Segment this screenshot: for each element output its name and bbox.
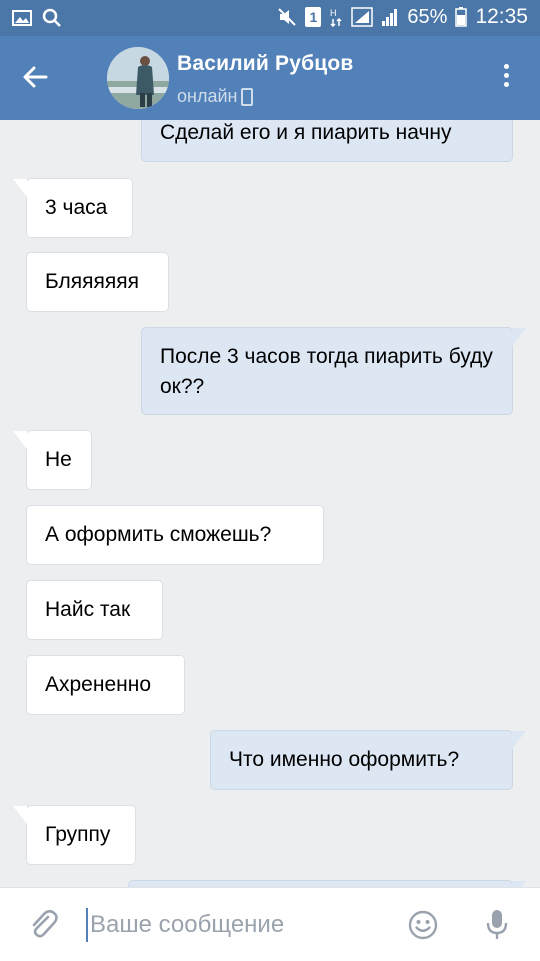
status-bar: 1 H 65% 12:35 [0, 0, 540, 36]
message-text: После 3 часов тогда пиарить буду ок?? [160, 345, 493, 398]
message-text: Сделай его и я пиарить начну [160, 121, 452, 144]
mute-icon [278, 8, 297, 26]
signal-icon [351, 7, 374, 27]
attach-icon[interactable] [28, 908, 58, 942]
message-bubble-incoming[interactable]: Не [13, 430, 92, 490]
message-bubble-incoming[interactable]: Группу [13, 805, 136, 865]
status-bar-right: 1 H 65% 12:35 [277, 5, 528, 29]
message-composer [0, 887, 540, 961]
message-text: Бляяяяяя [45, 270, 140, 293]
bubble-tail [13, 431, 27, 449]
battery-percent: 65% [407, 5, 448, 28]
message-bubble-incoming[interactable]: Найс так [26, 580, 163, 640]
signal-bars-icon [382, 9, 398, 26]
bubble-tail [13, 806, 27, 824]
message-text: Найс так [45, 598, 131, 621]
bubble-tail [512, 328, 526, 346]
message-bubble-outgoing[interactable] [128, 880, 526, 887]
message-text: Что именно оформить? [229, 748, 460, 771]
emoji-icon[interactable] [408, 910, 438, 940]
message-text: Не [45, 448, 72, 471]
microphone-icon[interactable] [484, 908, 510, 942]
avatar[interactable] [107, 47, 169, 109]
back-arrow-icon[interactable] [20, 62, 50, 92]
presence-text: онлайн [177, 86, 238, 106]
message-bubble-outgoing[interactable]: Сделай его и я пиарить начну [141, 120, 513, 162]
more-options-icon[interactable] [504, 64, 512, 91]
mobile-icon [241, 87, 254, 106]
message-bubble-outgoing[interactable]: После 3 часов тогда пиарить буду ок?? [141, 327, 526, 415]
message-bubble-incoming[interactable]: 3 часа [13, 178, 133, 238]
message-text: 3 часа [45, 196, 108, 219]
search-icon [42, 8, 61, 27]
chat-header: Василий Рубцов онлайн [0, 36, 540, 120]
message-bubble-incoming[interactable]: А оформить сможешь? [26, 505, 324, 565]
sim-icon: 1 [305, 7, 322, 27]
message-bubble-outgoing[interactable]: Что именно оформить? [210, 730, 526, 790]
message-input[interactable] [86, 910, 380, 940]
network-icon: H [330, 8, 342, 27]
contact-name[interactable]: Василий Рубцов [177, 52, 354, 76]
bubble-tail [13, 179, 27, 197]
status-bar-left [12, 8, 62, 28]
svg-text:H: H [330, 8, 337, 18]
message-list[interactable]: Сделай его и я пиарить начну 3 часа Бляя… [0, 120, 540, 887]
clock: 12:35 [475, 5, 528, 28]
message-bubble-incoming[interactable]: Ахрененно [26, 655, 185, 715]
bubble-tail [512, 731, 526, 749]
message-text: Группу [45, 823, 111, 846]
message-text: А оформить сможешь? [45, 523, 272, 546]
presence-status: онлайн [177, 86, 254, 107]
gallery-icon [12, 10, 32, 26]
message-text: Ахрененно [45, 673, 152, 696]
message-bubble-incoming[interactable]: Бляяяяяя [26, 252, 169, 312]
battery-icon [455, 7, 468, 27]
